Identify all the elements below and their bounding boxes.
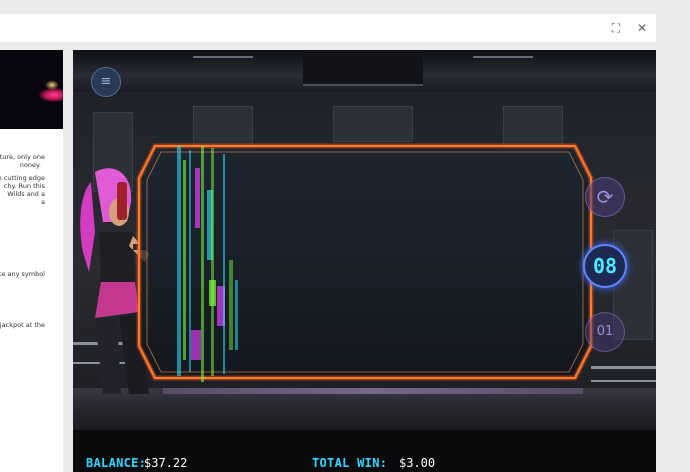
close-icon[interactable]: ✕ [634,14,650,42]
autoplay-icon[interactable]: ⟳ [585,177,625,217]
reel-frame [135,142,595,382]
wall-panel [193,106,253,146]
total-win-value: $3.00 [399,456,436,470]
wall-panel [333,106,413,142]
railing [591,380,656,382]
logo-spark [45,80,59,90]
logo-glow [39,88,63,102]
wall-panel [503,106,563,146]
glitch-effect [229,260,233,350]
glitch-effect [191,330,201,360]
glitch-effect [183,160,186,360]
glitch-effect [177,146,181,376]
railing [591,366,656,369]
ceiling-decor [73,50,656,92]
balance-value: $37.22 [144,456,188,470]
modal-header: ⛶ ✕ [0,14,656,42]
game-logo [0,50,63,129]
description-line: ate any symbol [0,270,45,278]
description-line: Wilds and a [7,190,45,198]
total-win-label: TOTAL WIN: [312,456,388,470]
autoplay-counter[interactable]: 08 [583,244,627,288]
floor-light [163,388,583,394]
glitch-effect [195,168,200,228]
game-description-panel: ature, only one noney. n cutting edge ch… [0,50,63,472]
glitch-effect [235,280,238,350]
description-line: chy. Run this [3,182,45,190]
description-line: n cutting edge [0,174,45,182]
glitch-effect [223,154,225,374]
description-line: a [41,198,45,206]
menu-button[interactable]: ≡ [91,67,121,97]
slot-game-canvas[interactable]: ≡ ⟳ 08 01 BALANCE: $37.22 TOTAL WIN: $3.… [73,50,656,472]
fullscreen-icon[interactable]: ⛶ [608,14,624,42]
description-line: noney. [19,161,41,169]
glitch-effect [211,148,214,376]
description-line: jackpot at the [0,321,45,329]
floor [73,388,656,430]
glitch-effect [209,280,216,306]
glitch-effect [201,146,204,382]
balance-label: BALANCE: [86,456,147,470]
description-line: ature, only one [0,153,45,161]
reel-frame-border [136,143,594,381]
bet-button[interactable]: 01 [585,312,625,352]
